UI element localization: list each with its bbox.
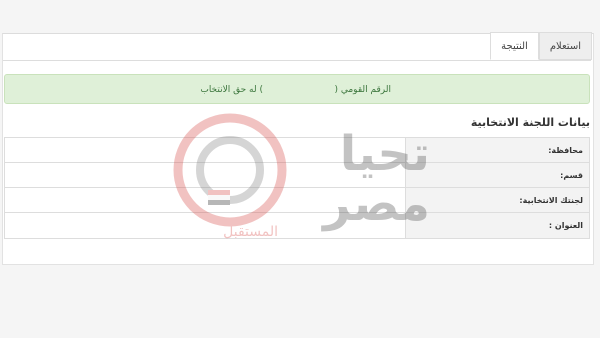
section-title: بيانات اللجنة الانتخابية [470,116,590,129]
committee-table: محافظة: قسم: لجنتك الانتخابية: العنوان : [4,137,590,239]
district-label: قسم: [405,163,589,187]
committee-label: لجنتك الانتخابية: [405,188,589,212]
alert-prefix: الرقم القومي ( [334,85,391,95]
address-value [5,213,405,238]
eligibility-alert: الرقم القومي ( ) له حق الانتخاب [4,74,590,104]
tab-inquiry[interactable]: استعلام [538,32,592,60]
table-row: محافظة: [5,138,589,163]
committee-value [5,188,405,212]
tab-bar: استعلام النتيجة [490,32,592,60]
address-label: العنوان : [405,213,589,238]
alert-suffix: ) له حق الانتخاب [200,85,263,95]
table-row: لجنتك الانتخابية: [5,188,589,213]
national-id-value [263,85,335,95]
tab-divider [3,60,591,61]
table-row: العنوان : [5,213,589,238]
district-value [5,163,405,187]
tab-result[interactable]: النتيجة [490,32,539,60]
governorate-label: محافظة: [405,138,589,162]
table-row: قسم: [5,163,589,188]
governorate-value [5,138,405,162]
